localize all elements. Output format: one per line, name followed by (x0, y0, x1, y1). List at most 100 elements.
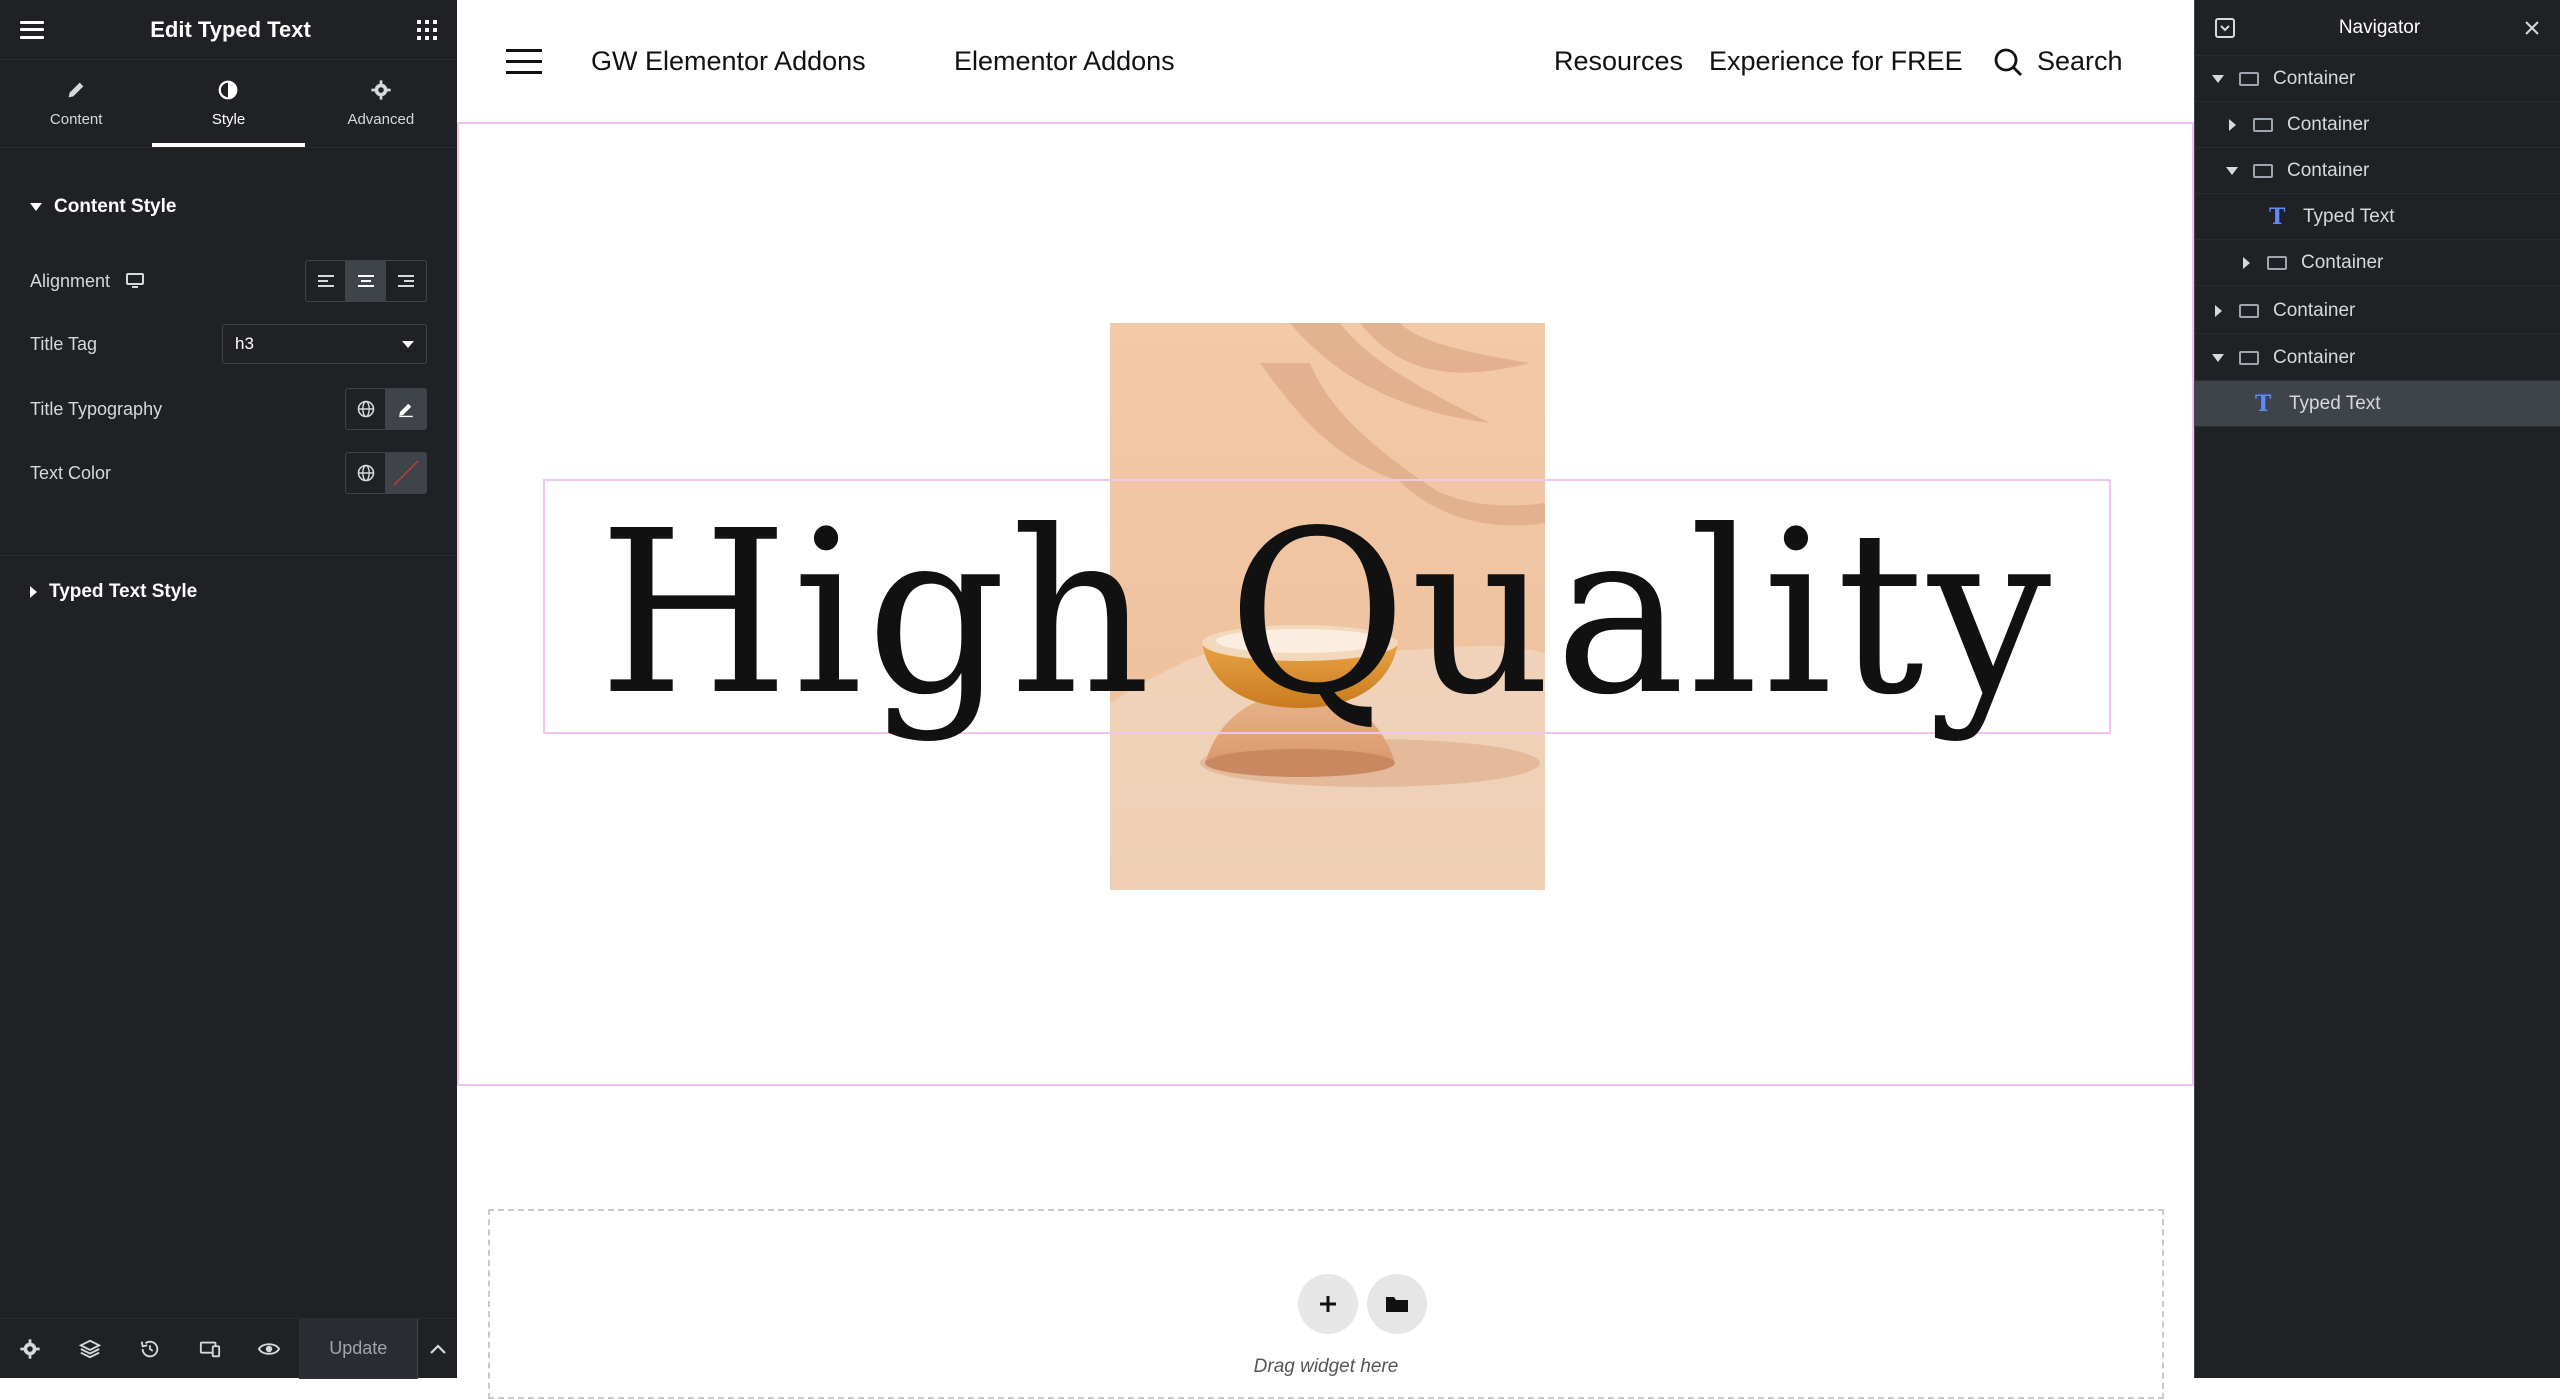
nav-item-label: Typed Text (2289, 392, 2381, 414)
nav-item-container[interactable]: Container (2195, 335, 2560, 381)
responsive-mode-button[interactable] (180, 1319, 240, 1379)
editor-panel: Edit Typed Text Content Style Advanced C… (0, 0, 457, 1379)
search-label: Search (2037, 46, 2123, 76)
preview-canvas: GW Elementor Addons Elementor Addons Res… (457, 0, 2194, 1399)
align-right-button[interactable] (386, 261, 426, 301)
desktop-icon[interactable] (126, 273, 145, 289)
nav-item-typed-text-selected[interactable]: T Typed Text (2195, 381, 2560, 427)
container-icon (2239, 303, 2259, 318)
widgets-grid-icon[interactable] (417, 19, 437, 40)
container-icon (2253, 163, 2273, 178)
divider (0, 555, 457, 556)
alignment-label: Alignment (30, 270, 111, 291)
search-icon (1994, 48, 2022, 76)
update-button[interactable]: Update (299, 1318, 418, 1379)
nav-link-experience-free[interactable]: Experience for FREE (1709, 46, 1963, 77)
globe-icon (357, 464, 374, 482)
caret-down-icon[interactable] (2212, 353, 2224, 362)
align-left-button[interactable] (306, 261, 346, 301)
alignment-buttons (305, 260, 427, 302)
close-icon[interactable] (2524, 20, 2540, 36)
typed-text-style-section-toggle[interactable]: Typed Text Style (0, 581, 227, 603)
nav-item-label: Container (2273, 299, 2356, 321)
title-tag-select[interactable]: h3 (222, 324, 427, 364)
typed-text-widget[interactable]: High Quality (543, 479, 2111, 734)
nav-item-container[interactable]: Container (2195, 56, 2560, 102)
alignment-control: Alignment (30, 260, 427, 302)
panel-title: Edit Typed Text (150, 16, 311, 42)
color-picker-button[interactable] (386, 453, 426, 493)
nav-link-elementor-addons[interactable]: Elementor Addons (954, 46, 1175, 77)
tab-style[interactable]: Style (152, 60, 305, 147)
nav-item-label: Container (2287, 159, 2370, 181)
menu-icon[interactable] (20, 20, 44, 39)
preview-button[interactable] (240, 1319, 300, 1379)
typed-text-icon: T (2255, 390, 2272, 417)
save-options-button[interactable] (417, 1318, 457, 1379)
title-tag-control: Title Tag h3 (30, 324, 427, 364)
site-brand[interactable]: GW Elementor Addons (591, 46, 866, 77)
history-icon (140, 1340, 158, 1357)
nav-item-container[interactable]: Container (2195, 148, 2560, 194)
caret-down-icon (30, 203, 42, 211)
tab-advanced[interactable]: Advanced (305, 60, 457, 147)
caret-down-icon[interactable] (2226, 166, 2238, 175)
no-color-swatch-icon (393, 460, 419, 486)
caret-right-icon[interactable] (2242, 256, 2250, 269)
drop-zone[interactable]: Drag widget here (488, 1209, 2164, 1399)
container-icon (2239, 71, 2259, 86)
nav-item-label: Container (2301, 251, 2384, 273)
add-section-button[interactable] (1298, 1274, 1358, 1334)
content-style-section-toggle[interactable]: Content Style (0, 196, 206, 218)
text-color-control: Text Color (30, 452, 427, 494)
global-color-button[interactable] (346, 453, 386, 493)
add-template-button[interactable] (1367, 1274, 1427, 1334)
caret-right-icon[interactable] (2228, 118, 2236, 131)
global-typography-button[interactable] (346, 389, 386, 429)
nav-item-label: Container (2273, 67, 2356, 89)
pencil-icon (399, 403, 413, 418)
settings-button[interactable] (0, 1319, 60, 1379)
responsive-icon (199, 1341, 220, 1357)
title-typography-control: Title Typography (30, 388, 427, 430)
caret-down-icon[interactable] (2212, 74, 2224, 83)
title-tag-value: h3 (235, 334, 254, 353)
nav-item-container[interactable]: Container (2195, 102, 2560, 148)
globe-icon (357, 400, 374, 418)
nav-item-container[interactable]: Container (2195, 288, 2560, 334)
history-button[interactable] (120, 1319, 180, 1379)
align-right-icon (398, 275, 414, 287)
collapse-all-icon[interactable] (2215, 17, 2235, 38)
color-buttons (345, 452, 427, 494)
typed-text-icon: T (2269, 203, 2286, 230)
site-header: GW Elementor Addons Elementor Addons Res… (457, 0, 2194, 122)
caret-right-icon (30, 586, 37, 598)
container-icon (2239, 350, 2259, 365)
title-typography-label: Title Typography (30, 398, 163, 419)
typed-text-style-heading: Typed Text Style (49, 581, 198, 602)
nav-item-container[interactable]: Container (2195, 240, 2560, 286)
align-center-button[interactable] (346, 261, 386, 301)
chevron-up-icon (429, 1343, 446, 1354)
align-left-icon (317, 275, 334, 287)
nav-link-resources[interactable]: Resources (1554, 46, 1683, 77)
chevron-down-icon (402, 340, 414, 348)
hero-section[interactable]: High Quality (457, 122, 2194, 1086)
folder-icon (1386, 1297, 1408, 1312)
gear-icon (371, 80, 391, 100)
drop-zone-text: Drag widget here (1253, 1356, 1399, 1377)
layers-icon (78, 1339, 101, 1358)
navigator-panel: Navigator Container Container Container … (2194, 0, 2560, 1378)
nav-item-typed-text[interactable]: T Typed Text (2195, 194, 2560, 240)
search-link[interactable]: Search (1993, 46, 2123, 77)
panel-footer: Update (0, 1318, 457, 1379)
plus-icon (1320, 1296, 1336, 1312)
align-center-icon (357, 275, 374, 287)
tab-content[interactable]: Content (0, 60, 152, 147)
caret-right-icon[interactable] (2214, 304, 2222, 317)
title-tag-label: Title Tag (30, 333, 98, 354)
hamburger-menu-icon[interactable] (506, 49, 542, 74)
navigator-button[interactable] (60, 1319, 120, 1379)
edit-typography-button[interactable] (386, 389, 426, 429)
nav-item-label: Typed Text (2303, 205, 2395, 227)
